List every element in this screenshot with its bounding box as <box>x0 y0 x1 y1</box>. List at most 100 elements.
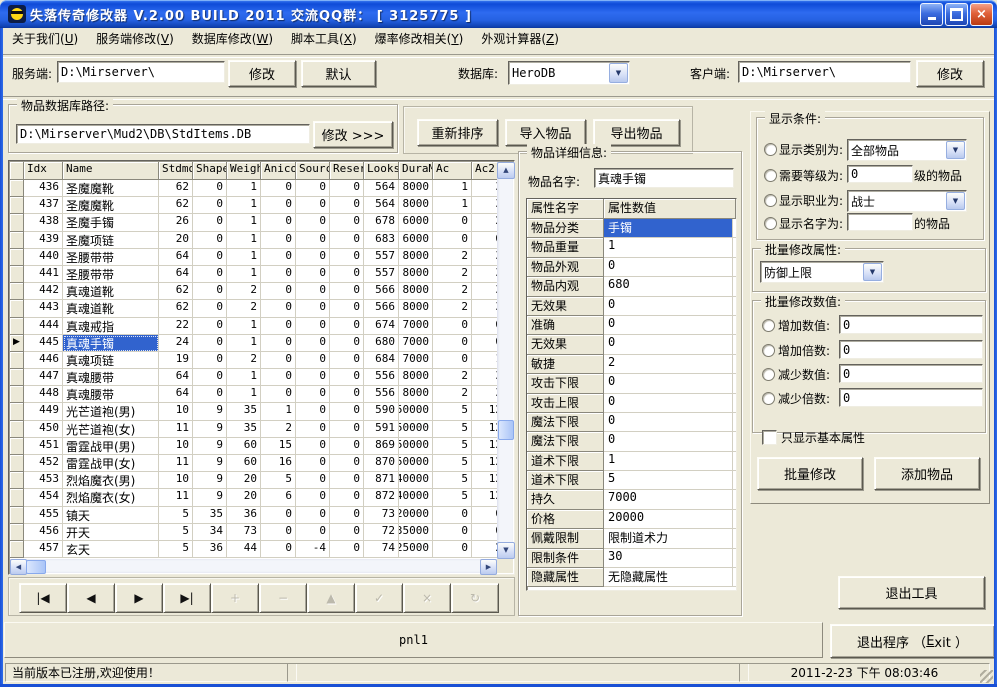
grid-cell[interactable]: 0 <box>296 403 330 420</box>
grid-cell[interactable]: 564 <box>364 180 399 197</box>
grid-cell[interactable]: 445 <box>24 335 63 352</box>
grid-cell[interactable]: 0 <box>296 214 330 231</box>
grid-horizontal-scrollbar[interactable]: ◀ ▶ <box>10 559 497 573</box>
grid-cell[interactable]: 64 <box>159 266 193 283</box>
property-name-cell[interactable]: 持久 <box>527 490 604 509</box>
grid-cell[interactable]: 2 <box>472 214 497 231</box>
grid-cell[interactable]: 圣魔项链 <box>63 232 159 249</box>
grid-cell[interactable]: 9 <box>193 472 227 489</box>
grid-cell[interactable]: 20000 <box>399 507 433 524</box>
grid-cell[interactable]: 0 <box>193 197 227 214</box>
grid-cell[interactable]: 50000 <box>399 455 433 472</box>
table-row[interactable]: 452雷霆战甲(女)119601600870500005124 <box>10 455 497 472</box>
client-path-input[interactable] <box>738 61 911 83</box>
property-value-cell[interactable]: 1 <box>604 238 733 257</box>
property-value-cell[interactable]: 0 <box>604 258 733 277</box>
grid-cell[interactable]: 0 <box>330 386 364 403</box>
grid-cell[interactable]: 光芒道袍(女) <box>63 421 159 438</box>
grid-cell[interactable]: 0 <box>261 214 296 231</box>
grid-cell[interactable]: 0 <box>330 214 364 231</box>
grid-cell[interactable]: 0 <box>296 489 330 506</box>
grid-cell[interactable]: 0 <box>193 232 227 249</box>
export-items-button[interactable]: 导出物品 <box>593 119 680 146</box>
table-row[interactable]: 456开天534730007235000000 <box>10 524 497 541</box>
server-default-button[interactable]: 默认 <box>301 60 376 87</box>
property-row[interactable]: 隐藏属性无隐藏属性 <box>527 568 736 587</box>
chevron-down-icon[interactable]: ▼ <box>946 192 965 210</box>
grid-cell[interactable]: 圣魔魔靴 <box>63 180 159 197</box>
property-value-cell[interactable]: 手镯 <box>604 219 733 238</box>
grid-cell[interactable]: 64 <box>159 249 193 266</box>
grid-cell[interactable]: 8000 <box>399 300 433 317</box>
grid-cell[interactable]: 0 <box>296 283 330 300</box>
property-name-cell[interactable]: 攻击下限 <box>527 374 604 393</box>
grid-cell[interactable]: 0 <box>193 266 227 283</box>
grid-cell[interactable]: 5 <box>159 524 193 541</box>
grid-cell[interactable]: 870 <box>364 455 399 472</box>
grid-cell[interactable]: 455 <box>24 507 63 524</box>
property-value-cell[interactable]: 限制道术力 <box>604 529 733 548</box>
grid-cell[interactable]: 678 <box>364 214 399 231</box>
grid-cell[interactable]: 566 <box>364 300 399 317</box>
property-value-cell[interactable]: 0 <box>604 394 733 413</box>
grid-cell[interactable]: 0 <box>261 524 296 541</box>
grid-cell[interactable]: 8000 <box>399 386 433 403</box>
grid-cell[interactable]: 684 <box>364 352 399 369</box>
grid-cell[interactable]: 0 <box>472 318 497 335</box>
grid-cell[interactable]: 0 <box>296 318 330 335</box>
grid-cell[interactable]: 0 <box>261 283 296 300</box>
grid-cell[interactable]: 446 <box>24 352 63 369</box>
property-value-cell[interactable]: 无隐藏属性 <box>604 568 733 587</box>
subtract-value-input[interactable] <box>839 364 983 383</box>
grid-cell[interactable]: 烈焰魔衣(男) <box>63 472 159 489</box>
grid-cell[interactable]: 11 <box>159 489 193 506</box>
grid-cell[interactable]: 7000 <box>399 335 433 352</box>
grid-cell[interactable]: 1 <box>433 180 472 197</box>
grid-cell[interactable]: 0 <box>330 318 364 335</box>
grid-cell[interactable]: 镇天 <box>63 507 159 524</box>
grid-cell[interactable]: 真魂腰带 <box>63 386 159 403</box>
subtract-multiple-input[interactable] <box>839 388 983 407</box>
grid-cell[interactable]: 0 <box>193 300 227 317</box>
item-name-input[interactable] <box>594 168 734 188</box>
property-row[interactable]: 准确0 <box>527 316 736 335</box>
grid-cell[interactable]: 50000 <box>399 403 433 420</box>
scroll-up-icon[interactable]: ▲ <box>497 162 515 179</box>
table-row[interactable]: 450光芒道袍(女)11935200591500005124 <box>10 421 497 438</box>
grid-cell[interactable]: 3 <box>472 249 497 266</box>
grid-cell[interactable]: 圣魔手镯 <box>63 214 159 231</box>
add-item-button[interactable]: 添加物品 <box>874 457 980 490</box>
server-modify-button[interactable]: 修改 <box>228 60 296 87</box>
grid-cell[interactable]: 0 <box>330 352 364 369</box>
grid-cell[interactable]: 64 <box>159 369 193 386</box>
grid-cell[interactable]: 9 <box>193 489 227 506</box>
grid-cell[interactable]: 19 <box>159 352 193 369</box>
property-name-cell[interactable]: 攻击上限 <box>527 394 604 413</box>
grid-cell[interactable]: 20 <box>227 489 261 506</box>
property-row[interactable]: 物品分类手镯 <box>527 219 736 238</box>
exit-program-button[interactable]: 退出程序 （ Exit ） <box>830 624 995 658</box>
grid-cell[interactable]: -4 <box>296 541 330 558</box>
add-value-input[interactable] <box>839 315 983 334</box>
grid-cell[interactable]: 8000 <box>399 249 433 266</box>
grid-cell[interactable]: 36 <box>227 507 261 524</box>
grid-cell[interactable]: 5 <box>433 421 472 438</box>
grid-cell[interactable]: 5 <box>433 403 472 420</box>
grid-cell[interactable]: 1 <box>227 232 261 249</box>
grid-cell[interactable]: 10 <box>159 438 193 455</box>
grid-cell[interactable]: 0 <box>261 180 296 197</box>
grid-cell[interactable]: 2 <box>433 369 472 386</box>
menu-item-x[interactable]: 脚本工具(X) <box>282 28 366 51</box>
grid-cell[interactable]: 玄天 <box>63 541 159 558</box>
property-row[interactable]: 攻击下限0 <box>527 374 736 393</box>
grid-cell[interactable]: 圣腰带带 <box>63 266 159 283</box>
property-name-cell[interactable]: 准确 <box>527 316 604 335</box>
property-row[interactable]: 道术下限5 <box>527 471 736 490</box>
grid-cell[interactable]: 真魂道靴 <box>63 283 159 300</box>
grid-cell[interactable]: 真魂项链 <box>63 352 159 369</box>
grid-cell[interactable]: 447 <box>24 369 63 386</box>
grid-cell[interactable]: 0 <box>193 180 227 197</box>
grid-cell[interactable]: 1 <box>227 266 261 283</box>
grid-cell[interactable]: 真魂戒指 <box>63 318 159 335</box>
grid-cell[interactable]: 0 <box>261 369 296 386</box>
